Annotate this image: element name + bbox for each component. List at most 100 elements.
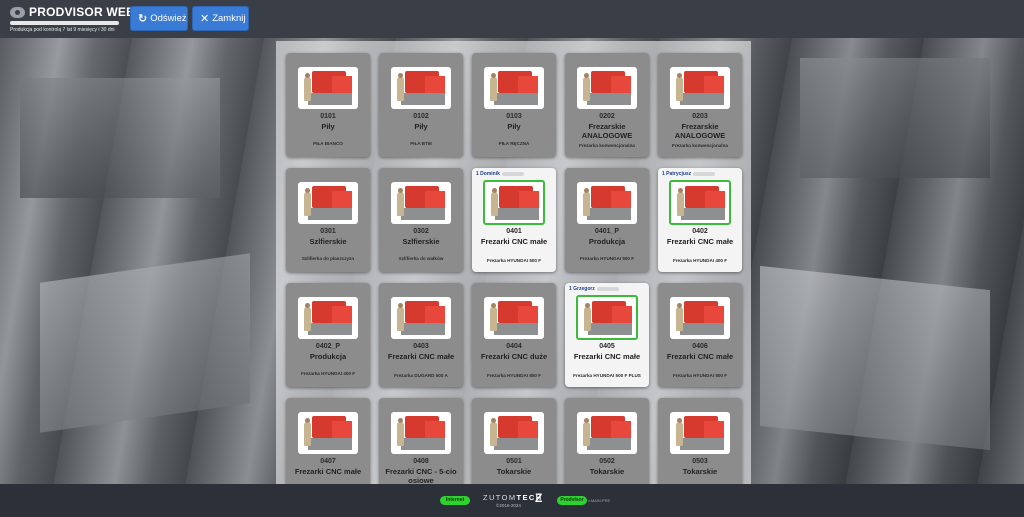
app-subtitle: Produkcja pod kontrolą 7 lat 9 miesięcy … — [10, 27, 115, 33]
machine-model: Frezarka HYUNDAI 500 F — [672, 373, 728, 378]
machine-code: 0101 — [320, 113, 336, 120]
machine-group: Frezarki CNC małe — [666, 352, 734, 361]
machine-model: Frezarka konwencjonalna — [672, 143, 728, 148]
machine-group: Frezarskie ANALOGOWE — [581, 122, 633, 140]
machine-code: 0407 — [320, 458, 336, 465]
machine-model: Frezarka HYUNDAI 500 F PLUS — [573, 373, 641, 378]
machine-code: 0202 — [599, 113, 615, 120]
machine-model: Frezarka konwencjonalna — [579, 143, 635, 148]
machine-card[interactable]: 1 Grzegorz 0405 Frezarki CNC małe Frezar… — [565, 283, 649, 387]
machine-code: 0102 — [413, 113, 429, 120]
machine-shape — [800, 58, 990, 178]
machine-model: Frezarka HYUNDAI 500 F — [579, 256, 635, 261]
machine-group: Produkcja — [309, 352, 347, 361]
machine-image — [670, 412, 730, 454]
machine-image — [669, 180, 731, 225]
machine-group: Frezarki CNC małe — [573, 352, 641, 361]
machine-group: Szlfierskie — [309, 237, 347, 246]
machine-model: Frezarka HYUNDAI 850 F — [486, 373, 542, 378]
top-bar: PRODVISOR WEB Produkcja pod kontrolą 7 l… — [0, 0, 1024, 38]
machine-model: Szlifierka do wałków — [398, 256, 444, 261]
machine-card[interactable]: 0502 Tokarskie TOKARKA HYUNDAI CNC — [565, 398, 649, 484]
machine-group: Produkcja — [588, 237, 626, 246]
machine-card[interactable]: 0402_P Produkcja Frezarka HYUNDAI 400 F — [286, 283, 370, 387]
machine-model: Frezarka HYUNDAI 400 F — [300, 371, 356, 376]
blurred-surname — [501, 171, 524, 176]
internet-status-badge: Internet — [440, 496, 470, 505]
machine-card[interactable]: 0404 Frezarki CNC duże Frezarka HYUNDAI … — [472, 283, 556, 387]
close-icon: ✕ — [200, 13, 210, 25]
operator-label: 1 Grzegorz — [569, 286, 619, 292]
machine-model: Frezarka HYUNDAI 400 F — [672, 258, 728, 263]
machine-code: 0103 — [506, 113, 522, 120]
machine-image — [391, 297, 451, 339]
machine-group: Frezarki CNC małe — [294, 467, 362, 476]
machine-card[interactable]: 0408 Frezarki CNC - 5-cio osiowe — [379, 398, 463, 484]
machine-image — [577, 67, 637, 109]
machine-group: Piły — [321, 122, 335, 131]
machine-image — [298, 412, 358, 454]
machine-group: Tokarskie — [682, 467, 718, 476]
machine-card[interactable]: 0401_P Produkcja Frezarka HYUNDAI 500 F — [565, 168, 649, 272]
machine-model: PIŁA BTM — [410, 141, 432, 146]
operator-label: 1 Dominik — [476, 171, 524, 177]
machine-code: 0401_P — [594, 228, 620, 235]
machine-group: Frezarskie ANALOGOWE — [674, 122, 726, 140]
machine-code: 0302 — [413, 228, 429, 235]
machine-code: 0405 — [599, 343, 615, 350]
machine-image — [484, 67, 544, 109]
machine-card[interactable]: 0101 Piły PIŁA BIANCO — [286, 53, 370, 157]
machine-group: Frezarki CNC duże — [480, 352, 548, 361]
machine-model: Frezarka DUGARD 500 A — [394, 373, 448, 378]
prodvisor-status-badge: Prodvisor — [557, 496, 587, 505]
machine-group: Frezarki CNC małe — [480, 237, 548, 246]
blurred-surname — [596, 286, 619, 291]
app-title: PRODVISOR WEB — [29, 5, 135, 19]
machine-group: Tokarskie — [496, 467, 532, 476]
machine-card[interactable]: 0301 Szlfierskie Szlifierka do płaszczyz… — [286, 168, 370, 272]
machine-model: PIŁA BIANCO — [313, 141, 343, 146]
machine-group: Piły — [414, 122, 428, 131]
machine-group: Tokarskie — [589, 467, 625, 476]
machine-image — [484, 297, 544, 339]
company-logo: ZUTOMTECH — [483, 493, 543, 502]
machines-panel: 0101 Piły PIŁA BIANCO 0102 Piły PIŁA BTM… — [276, 41, 751, 484]
machine-card[interactable]: 0501 Tokarskie — [472, 398, 556, 484]
close-button[interactable]: ✕ Zamknij — [192, 6, 249, 31]
machine-card[interactable]: 1 Patrycjusz 0402 Frezarki CNC małe Frez… — [658, 168, 742, 272]
machine-code: 0503 — [692, 458, 708, 465]
machine-code: 0402_P — [315, 343, 341, 350]
brand: PRODVISOR WEB — [10, 5, 135, 19]
machine-group: Frezarki CNC - 5-cio osiowe — [385, 467, 457, 484]
machine-image — [483, 180, 545, 225]
machine-card[interactable]: 0403 Frezarki CNC małe Frezarka DUGARD 5… — [379, 283, 463, 387]
machine-code: 0404 — [506, 343, 522, 350]
footer: Internet ZUTOMTECH ©2016-2024 Z Prodviso… — [0, 484, 1024, 517]
refresh-button[interactable]: ↻ Odśwież — [130, 6, 188, 31]
machine-shape — [40, 253, 250, 433]
machine-card[interactable]: 0202 Frezarskie ANALOGOWE Frezarka konwe… — [565, 53, 649, 157]
machine-code: 0402 — [692, 228, 708, 235]
machine-card[interactable]: 0503 Tokarskie TOKARKA OSA – CNC — [658, 398, 742, 484]
brand-underline — [10, 21, 119, 25]
machine-code: 0301 — [320, 228, 336, 235]
close-label: Zamknij — [212, 13, 246, 24]
refresh-label: Odśwież — [150, 13, 187, 24]
machine-card[interactable]: 0302 Szlfierskie Szlifierka do wałków — [379, 168, 463, 272]
machine-code: 0501 — [506, 458, 522, 465]
machine-model: Frezarka HYUNDAI 500 F — [486, 258, 542, 263]
machine-image — [298, 182, 358, 224]
machine-card[interactable]: 1 Dominik 0401 Frezarki CNC małe Frezark… — [472, 168, 556, 272]
blurred-surname — [693, 171, 716, 176]
machine-card[interactable]: 0406 Frezarki CNC małe Frezarka HYUNDAI … — [658, 283, 742, 387]
machine-code: 0401 — [506, 228, 522, 235]
machine-card[interactable]: 0103 Piły PIŁA RĘCZNA — [472, 53, 556, 157]
machine-card[interactable]: 0203 Frezarskie ANALOGOWE Frezarka konwe… — [658, 53, 742, 157]
machine-card[interactable]: 0407 Frezarki CNC małe Frezarka DUGARD 7… — [286, 398, 370, 484]
machine-group: Frezarki CNC małe — [666, 237, 734, 246]
machine-group: Frezarki CNC małe — [387, 352, 455, 361]
machine-code: 0203 — [692, 113, 708, 120]
machine-card[interactable]: 0102 Piły PIŁA BTM — [379, 53, 463, 157]
z-logo-icon: Z — [535, 491, 543, 505]
version-text: v.MAIN.PRE — [588, 498, 611, 503]
